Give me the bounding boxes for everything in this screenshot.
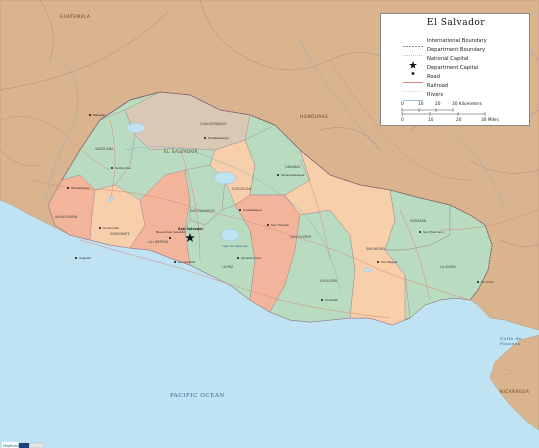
railroad-symbol bbox=[401, 81, 427, 92]
city-dot bbox=[419, 231, 421, 233]
city-label: San Vicente bbox=[271, 223, 289, 227]
legend-label: Rivers bbox=[427, 91, 444, 98]
city-label: Acajutla bbox=[79, 256, 91, 260]
city-label: Usulután bbox=[325, 298, 338, 302]
legend-item-national-capital: National Capital bbox=[401, 54, 469, 69]
gulf-island bbox=[502, 369, 512, 375]
gulf-label-2: Fonseca bbox=[500, 341, 521, 346]
dept-label-sonsonate: SONSONATE bbox=[110, 232, 130, 236]
road-symbol bbox=[401, 72, 427, 83]
legend-label: Department Boundary bbox=[427, 46, 486, 53]
dept-label-san-miguel: SAN MIGUEL bbox=[366, 247, 386, 251]
city-label: Cojutepeque bbox=[243, 208, 262, 212]
dept-label-san-salvador: SAN SALVADOR bbox=[190, 209, 215, 213]
international-boundary-symbol bbox=[401, 36, 427, 47]
dept-label-ahuachapan: AHUACHAPÁN bbox=[55, 214, 78, 219]
scale-km-label: 20 bbox=[435, 102, 441, 107]
legend-item-rivers: Rivers bbox=[401, 90, 444, 101]
city-dot bbox=[377, 261, 379, 263]
dot-icon bbox=[401, 63, 427, 75]
city-dot bbox=[321, 299, 323, 301]
city-label: Zacatecoluca bbox=[241, 256, 261, 260]
city-dot bbox=[169, 237, 171, 239]
country-label-honduras: HONDURAS bbox=[300, 114, 328, 119]
map-legend: El Salvador International Boundary Depar… bbox=[380, 13, 530, 126]
city-dot bbox=[237, 257, 239, 259]
dept-label-santa-ana: SANTA ANA bbox=[95, 147, 114, 151]
map-frame: GUATEMALA EL SALVADOR HONDURAS NICARAGUA… bbox=[0, 0, 539, 448]
lake-guija bbox=[126, 122, 146, 134]
city-dot bbox=[89, 114, 91, 116]
city-dot bbox=[111, 167, 113, 169]
capital-label: San Salvador bbox=[178, 227, 203, 231]
country-label-guatemala: GUATEMALA bbox=[60, 14, 90, 19]
city-dot bbox=[99, 227, 101, 229]
legend-item-department-capital: Department Capital bbox=[401, 63, 479, 75]
scale-bar: 0 10 20 30 Kilometers 0 10 20 30 Miles bbox=[401, 102, 525, 124]
publisher-logo: MapResources bbox=[2, 435, 46, 448]
city-label: Chalatenango bbox=[208, 136, 229, 140]
legend-label: National Capital bbox=[427, 55, 469, 62]
city-dot bbox=[277, 174, 279, 176]
legend-title: El Salvador bbox=[426, 18, 486, 28]
dept-label-cuscatlan: CUSCATLÁN bbox=[232, 186, 252, 191]
lake-ilopango bbox=[220, 228, 240, 242]
city-dot bbox=[239, 209, 241, 211]
city-dot bbox=[204, 137, 206, 139]
city-label: La Libertad bbox=[178, 260, 195, 264]
scale-km-label: 30 Kilometers bbox=[452, 102, 482, 107]
city-dot bbox=[477, 281, 479, 283]
dept-label-san-vicente: SAN VICENTE bbox=[290, 235, 311, 239]
dept-label-cabanas: CABAÑAS bbox=[285, 164, 300, 169]
city-dot bbox=[67, 187, 69, 189]
department-boundary-symbol bbox=[401, 45, 427, 56]
dept-label-morazan: MORAZÁN bbox=[410, 218, 427, 223]
city-label: La Unión bbox=[481, 280, 494, 284]
scale-km-label: 10 bbox=[418, 102, 424, 107]
scale-mile-label: 20 bbox=[456, 118, 462, 123]
river-symbol bbox=[401, 90, 427, 101]
ocean-label: PACIFIC OCEAN bbox=[170, 393, 225, 399]
legend-item-international-boundary: International Boundary bbox=[401, 36, 487, 47]
country-label-el-salvador: EL SALVADOR bbox=[164, 149, 198, 154]
star-icon bbox=[401, 54, 427, 69]
scale-mile-label: 0 bbox=[401, 118, 404, 123]
city-label: Metapán bbox=[93, 113, 106, 117]
city-label: Santa Ana bbox=[115, 166, 131, 170]
dept-label-la-libertad: LA LIBERTAD bbox=[148, 240, 169, 244]
lake-ilopango-label: Lago de Ilopango bbox=[222, 244, 248, 248]
legend-item-road: Road bbox=[401, 72, 441, 83]
scale-km-label: 0 bbox=[401, 102, 404, 107]
scale-mile-label: 30 Miles bbox=[481, 118, 499, 123]
dept-label-la-union: LA UNIÓN bbox=[440, 264, 456, 269]
city-label: Sensuntepeque bbox=[281, 173, 305, 177]
lake-cerron-grande bbox=[213, 171, 237, 185]
city-label: San Francisco bbox=[423, 230, 444, 234]
scale-mile-label: 10 bbox=[428, 118, 434, 123]
country-label-nicaragua: NICARAGUA bbox=[500, 389, 529, 394]
lake-olomega bbox=[363, 267, 373, 273]
city-label: Ahuachapán bbox=[71, 186, 90, 190]
legend-label: International Boundary bbox=[427, 37, 487, 44]
city-dot bbox=[174, 261, 176, 263]
city-dot bbox=[267, 224, 269, 226]
legend-item-department-boundary: Department Boundary bbox=[401, 45, 486, 56]
legend-item-railroad: Railroad bbox=[401, 81, 449, 92]
scale-bar-graphic bbox=[401, 108, 486, 116]
legend-label: Railroad bbox=[427, 82, 449, 89]
city-label: San Miguel bbox=[381, 260, 398, 264]
dept-label-la-paz: LA PAZ bbox=[222, 265, 234, 269]
legend-label: Department Capital bbox=[427, 64, 479, 71]
city-label: Sonsonate bbox=[103, 226, 119, 230]
dept-label-chalatenango: CHALATENANGO bbox=[200, 122, 227, 126]
city-dot bbox=[75, 257, 77, 259]
legend-label: Road bbox=[427, 73, 441, 80]
dept-label-usulutan: USULUTÁN bbox=[320, 278, 338, 283]
